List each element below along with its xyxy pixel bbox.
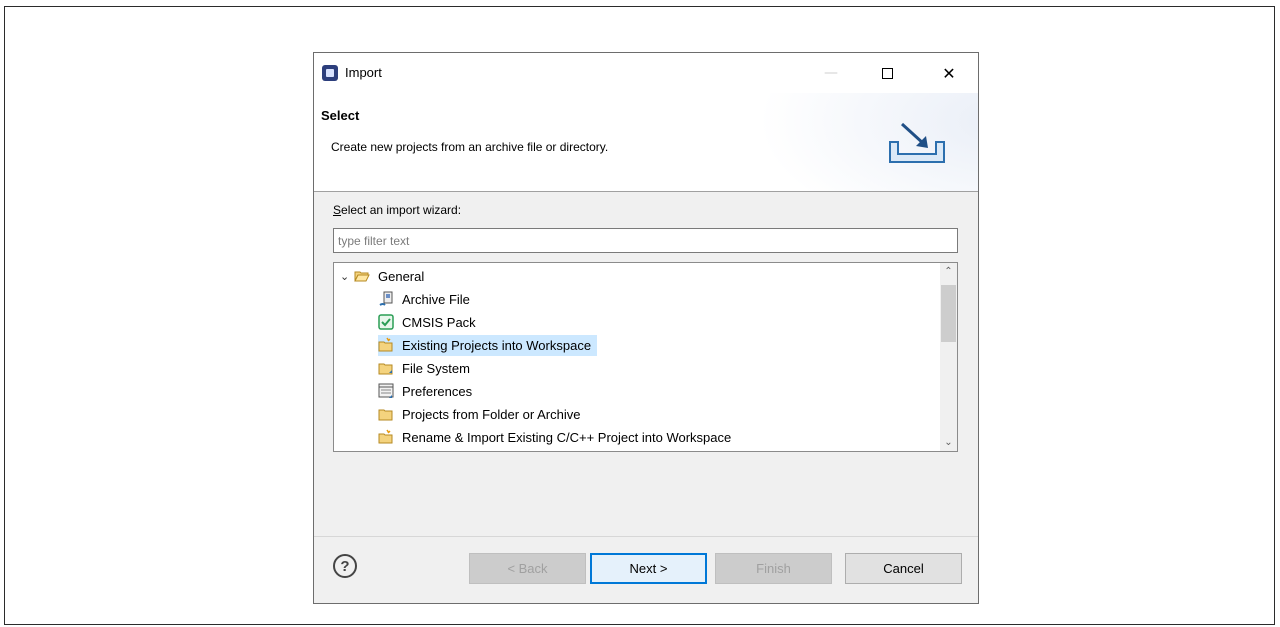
existing-projects-icon	[378, 337, 393, 352]
cancel-button[interactable]: Cancel	[845, 553, 962, 584]
rename-import-icon	[378, 429, 393, 444]
maximize-button[interactable]	[864, 53, 910, 93]
folder-archive-icon	[378, 409, 393, 421]
tree-item-preferences[interactable]: Preferences	[378, 380, 478, 402]
tree-group-general[interactable]: ⌄ General	[340, 265, 427, 287]
eclipse-ide-icon	[322, 65, 338, 81]
page-description: Create new projects from an archive file…	[331, 140, 609, 154]
finish-button[interactable]: Finish	[715, 553, 832, 584]
back-button[interactable]: < Back	[469, 553, 586, 584]
tree-scrollbar[interactable]: ⌃ ⌄	[940, 263, 957, 451]
cmsis-pack-icon	[378, 314, 394, 330]
minimize-button[interactable]: —	[808, 53, 854, 93]
tree-group-label: General	[378, 268, 425, 284]
tree-item-file-system[interactable]: File System	[378, 357, 476, 379]
tree-item-archive-file[interactable]: Archive File	[378, 288, 476, 310]
import-dialog: Import — ✕ Select Create new projects fr…	[313, 52, 979, 604]
chevron-down-icon[interactable]: ⌄	[340, 270, 354, 283]
scroll-up-button[interactable]: ⌃	[940, 263, 957, 280]
import-wizard-icon	[889, 122, 945, 163]
filter-input[interactable]	[333, 228, 958, 253]
tree-item-rename-import[interactable]: Rename & Import Existing C/C++ Project i…	[378, 426, 737, 448]
page-title: Select	[321, 108, 360, 123]
maximize-icon	[881, 67, 893, 79]
title-bar[interactable]: Import — ✕	[314, 53, 978, 93]
tree-item-cmsis-pack[interactable]: CMSIS Pack	[378, 311, 482, 333]
tree-item-projects-from-folder[interactable]: Projects from Folder or Archive	[378, 403, 586, 425]
preferences-icon	[378, 383, 394, 398]
open-folder-icon	[354, 271, 370, 282]
wizard-tree[interactable]: ⌄ General Archive File CMSIS Pack Existi…	[333, 262, 958, 452]
help-icon[interactable]: ?	[333, 554, 357, 578]
scroll-down-button[interactable]: ⌄	[940, 434, 957, 451]
wizard-select-label: Select an import wizard:	[333, 203, 462, 217]
footer-divider	[314, 536, 978, 537]
window-title: Import	[345, 65, 382, 80]
archive-file-icon	[379, 291, 393, 306]
next-button[interactable]: Next >	[590, 553, 707, 584]
close-button[interactable]: ✕	[926, 53, 972, 93]
file-system-icon	[378, 363, 393, 375]
scroll-thumb[interactable]	[941, 285, 956, 342]
tree-item-existing-projects[interactable]: Existing Projects into Workspace	[378, 334, 598, 356]
wizard-banner: Select Create new projects from an archi…	[314, 93, 978, 192]
wizard-select-label-rest: elect an import wizard:	[341, 203, 462, 217]
